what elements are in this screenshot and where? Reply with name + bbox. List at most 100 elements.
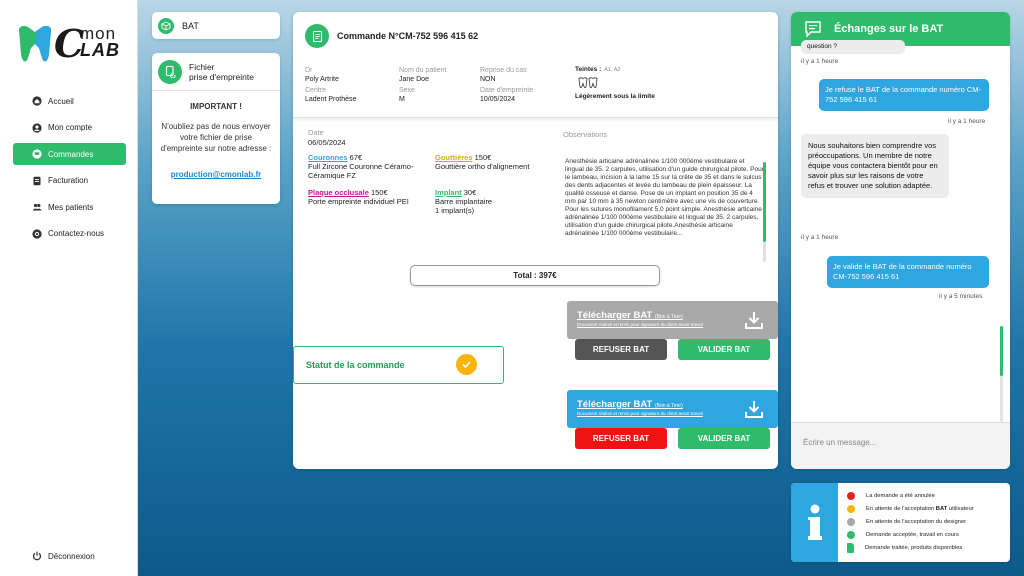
sidebar-item-accueil[interactable]: Accueil (13, 90, 126, 112)
order-document-icon (305, 24, 329, 48)
download-icon (745, 312, 763, 329)
production-email-link[interactable]: production@cmonlab.fr (160, 169, 272, 180)
tooth-logo-icon (19, 26, 51, 62)
power-icon (32, 551, 42, 561)
refuse-bat-button-2[interactable]: REFUSER BAT (575, 428, 667, 449)
legend-item-pending-designer: En attente de l'acceptation du designer (847, 515, 974, 528)
patient-label: Nom du patient (399, 67, 447, 74)
user-icon (32, 122, 42, 133)
chat-message-received: Nous souhaitons bien comprendre vos préo… (801, 134, 949, 198)
reprise-value: NON (480, 76, 496, 83)
home-icon (32, 96, 42, 106)
validate-bat-button-1[interactable]: VALIDER BAT (678, 339, 770, 360)
info-icon (791, 483, 838, 562)
legend-item-cancelled: La demande a été annulée (847, 489, 974, 502)
legend-item-pending-user: En attente de l'acceptation BAT utilisat… (847, 502, 974, 515)
couronnes-price: 67€ (347, 153, 363, 162)
refuse-bat-button-1[interactable]: REFUSER BAT (575, 339, 667, 360)
date-empreinte-label: Date d'empreinte (480, 87, 534, 94)
chat-message-sent: Je refuse le BAT de la commande numéro C… (819, 79, 989, 111)
gouttieres-desc: Gouttière ortho d'alignement (435, 162, 530, 171)
observations-label: Observations (563, 130, 608, 139)
observations-scroll-thumb[interactable] (763, 162, 766, 242)
at-icon (32, 228, 42, 239)
bat-card[interactable]: BAT (152, 12, 280, 39)
logout-button[interactable]: Déconnexion (32, 551, 95, 561)
sidebar-item-mes-patients[interactable]: Mes patients (13, 196, 126, 218)
logout-label: Déconnexion (48, 551, 95, 561)
cmonlab-logo[interactable]: C mon LAB (14, 18, 134, 68)
download-icon (745, 401, 763, 418)
download-bat-small: (Bon à Tirer) (654, 314, 683, 320)
legend-label: Demande traitée, produits disponibles (865, 544, 963, 551)
implant-item: Implant 30€ Barre implantaire 1 implant(… (435, 188, 560, 215)
legend-label: Demande acceptée, travail en cours (866, 531, 959, 538)
order-status-label: Statut de la commande (306, 360, 405, 370)
centre-value: Ladent Prothèse (305, 96, 357, 103)
plaque-name: Plaque occlusale (308, 188, 369, 197)
sexe-value: M (399, 96, 405, 103)
chat-bubble-icon (805, 21, 821, 38)
sidebar-nav: Accueil Mon compte Commandes Facturation… (13, 90, 126, 249)
chat-messages: question ? il y a 1 heure Je refuse le B… (791, 40, 1010, 422)
reprise-label: Reprise du cas (480, 67, 527, 74)
legend-label: La demande a été annulée (866, 492, 935, 499)
sidebar-item-label: Facturation (48, 176, 89, 185)
chat-title: Échanges sur le BAT (834, 23, 944, 35)
sidebar-item-mon-compte[interactable]: Mon compte (13, 117, 126, 139)
download-bat-title: Télécharger BAT (577, 399, 653, 410)
fichier-prise-empreinte-card: Fichier prise d'empreinte IMPORTANT ! N'… (152, 53, 280, 204)
sidebar-item-facturation[interactable]: Facturation (13, 170, 126, 192)
implant-desc1: Barre implantaire (435, 197, 493, 206)
validate-bat-button-2[interactable]: VALIDER BAT (678, 428, 770, 449)
gouttieres-price: 150€ (472, 153, 492, 162)
implant-desc2: 1 implant(s) (435, 206, 475, 215)
teeth-icon (577, 77, 655, 91)
teintes-label: Teintes : (575, 66, 602, 73)
chat-time: il y a 1 heure (801, 58, 839, 65)
chat-scroll-thumb[interactable] (1000, 326, 1003, 376)
implant-name: Implant (435, 188, 462, 197)
sidebar-item-contactez-nous[interactable]: Contactez-nous (13, 223, 126, 245)
fichier-title-line1: Fichier (189, 61, 215, 72)
download-bat-title: Télécharger BAT (577, 310, 653, 321)
green-document-icon (847, 542, 854, 553)
invoice-icon (32, 176, 42, 186)
order-status-box: Statut de la commande (293, 346, 504, 384)
file-sync-icon (158, 59, 182, 84)
sidebar: C mon LAB Accueil Mon compte Commandes F… (0, 0, 138, 576)
patient-value: Jane Doe (399, 76, 429, 83)
sidebar-item-commandes[interactable]: Commandes (13, 143, 126, 165)
sidebar-item-label: Accueil (48, 96, 74, 106)
chat-time: il y a 5 minutes (939, 293, 983, 300)
couronnes-name: Couronnes (308, 153, 348, 162)
total-box: Total : 397€ (410, 265, 660, 286)
couronnes-desc: Full Zircone Couronne Céramo-Céramique F… (308, 162, 414, 180)
download-bat-button-1[interactable]: Télécharger BAT (Bon à Tirer) Document r… (567, 301, 778, 339)
gouttieres-item: Gouttières 150€ Gouttière ortho d'aligne… (435, 153, 560, 171)
chat-time: il y a 1 heure (801, 234, 839, 241)
gouttieres-name: Gouttières (435, 153, 473, 162)
grey-dot-icon (847, 517, 855, 526)
chat-message-input[interactable]: Écrire un message... (791, 422, 1010, 469)
order-header: Commande N°CM-752 596 415 62 Dr Poly Art… (293, 12, 778, 118)
chat-panel: Échanges sur le BAT question ? il y a 1 … (791, 12, 1010, 469)
plaque-item: Plaque occlusale 150€ Porte empreinte in… (308, 188, 433, 206)
legend-label: En attente de l'acceptation du designer (866, 518, 967, 525)
status-legend: La demande a été annulée En attente de l… (791, 483, 1010, 562)
red-dot-icon (847, 491, 855, 500)
observations-scrollbar[interactable] (763, 162, 766, 262)
status-check-icon (456, 354, 477, 375)
download-bat-button-2[interactable]: Télécharger BAT (Bon à Tirer) Document r… (567, 390, 778, 428)
implant-price: 30€ (461, 188, 477, 197)
chat-time: il y a 1 heure (948, 118, 986, 125)
plaque-desc: Porte empreinte individuel PEI (308, 197, 409, 206)
legend-item-in-progress: Demande acceptée, travail en cours (847, 528, 974, 541)
sidebar-item-label: Contactez-nous (48, 229, 105, 238)
legend-list: La demande a été annulée En attente de l… (847, 489, 974, 554)
chat-message-sent: Je valide le BAT de la commande numéro C… (827, 256, 989, 288)
green-dot-icon (847, 530, 855, 539)
yellow-dot-icon (847, 504, 855, 513)
order-detail: Date 06/05/2024 Couronnes 67€ Full Zirco… (293, 124, 778, 272)
date-label: Date (308, 128, 324, 137)
